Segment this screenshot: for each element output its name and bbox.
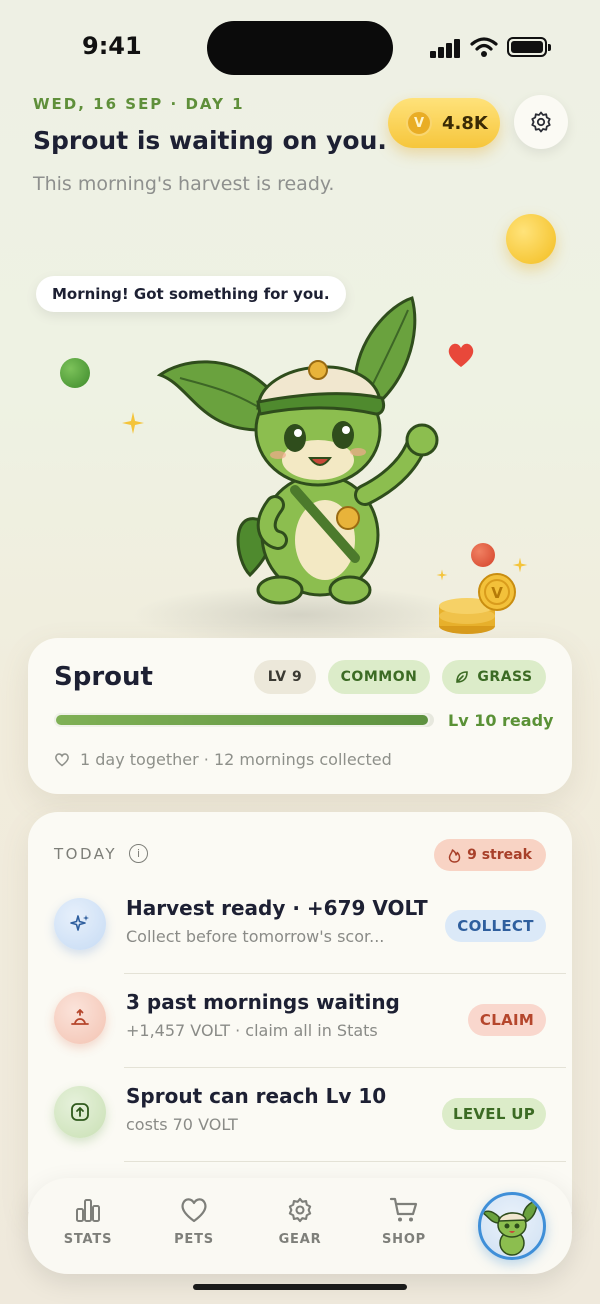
green-orb-decoration	[60, 358, 90, 388]
streak-label: 9 streak	[467, 847, 532, 863]
coin-balance-button[interactable]: V 4.8K	[388, 98, 500, 148]
sparkle-icon	[122, 412, 144, 434]
task-subtitle: costs 70 VOLT	[126, 1115, 238, 1134]
settings-button[interactable]	[514, 95, 568, 149]
today-label: TODAY	[54, 844, 118, 863]
tab-label: STATS	[63, 1232, 113, 1247]
flame-icon	[448, 848, 461, 863]
claim-button[interactable]: CLAIM	[468, 1004, 546, 1036]
volt-coin-icon: V	[406, 110, 432, 136]
sunrise-glyph-icon	[71, 1009, 89, 1025]
battery-icon	[507, 37, 551, 57]
sparkle-icon	[512, 557, 528, 573]
tab-label: SHOP	[381, 1232, 427, 1247]
avatar-pet-illustration	[481, 1200, 538, 1256]
xp-status-label: Lv 10 ready	[448, 711, 554, 730]
sunrise-icon	[54, 992, 106, 1044]
task-title: Harvest ready · +679 VOLT	[126, 896, 428, 920]
streak-badge[interactable]: 9 streak	[434, 839, 546, 871]
gear-icon	[288, 1197, 312, 1223]
task-subtitle: +1,457 VOLT · claim all in Stats	[126, 1021, 378, 1040]
signal-icon	[430, 38, 462, 58]
together-stats: 1 day together · 12 mornings collected	[54, 750, 392, 769]
status-time: 9:41	[82, 32, 142, 60]
cart-icon	[389, 1197, 418, 1222]
sprout-mascot-illustration[interactable]	[150, 290, 460, 610]
type-chip: GRASS	[442, 660, 546, 694]
gold-coin-decoration	[506, 214, 556, 264]
wifi-icon	[470, 37, 498, 57]
tab-pets[interactable]: PETS	[152, 1196, 236, 1247]
arrow-up-circle-icon	[54, 1086, 106, 1138]
dynamic-island	[207, 21, 393, 75]
today-section-header: TODAY i	[54, 844, 149, 863]
svg-text:V: V	[491, 584, 503, 602]
sparkles-glyph-icon	[70, 915, 89, 931]
xp-progress-fill	[54, 713, 431, 727]
tab-gear[interactable]: GEAR	[258, 1196, 342, 1247]
task-title: Sprout can reach Lv 10	[126, 1084, 387, 1108]
task-subtitle: Collect before tomorrow's scor...	[126, 927, 385, 946]
leaf-icon	[456, 671, 469, 683]
red-orb-decoration	[471, 543, 495, 567]
level-up-button[interactable]: LEVEL UP	[442, 1098, 546, 1130]
task-row-harvest[interactable]: Harvest ready · +679 VOLT Collect before…	[28, 880, 572, 974]
date-line: WED, 16 SEP · DAY 1	[33, 95, 245, 113]
home-indicator	[193, 1284, 407, 1290]
task-title: 3 past mornings waiting	[126, 990, 400, 1014]
type-chip-label: GRASS	[477, 669, 533, 685]
task-row-level-up[interactable]: Sprout can reach Lv 10 costs 70 VOLT LEV…	[28, 1068, 572, 1162]
pet-avatar-button[interactable]	[478, 1192, 546, 1260]
xp-progress-bar	[54, 713, 434, 727]
together-text: 1 day together · 12 mornings collected	[80, 750, 392, 769]
arrow-up-glyph-icon	[71, 1103, 89, 1121]
sparkles-icon	[54, 898, 106, 950]
level-chip: LV 9	[254, 660, 316, 694]
heart-outline-icon	[55, 753, 69, 767]
coin-stack-illustration: V	[439, 573, 516, 634]
bar-chart-icon	[76, 1199, 100, 1222]
tab-shop[interactable]: SHOP	[362, 1196, 446, 1247]
divider	[124, 1161, 566, 1162]
today-card: TODAY i 9 streak Harvest ready · +679 VO…	[28, 812, 572, 1212]
pet-card[interactable]: Sprout LV 9 COMMON GRASS Lv 10 ready 1 d…	[28, 638, 572, 794]
heart-icon	[181, 1198, 207, 1223]
settings-gear-icon	[531, 111, 551, 133]
collect-button[interactable]: COLLECT	[445, 910, 546, 942]
pet-name: Sprout	[54, 662, 153, 692]
task-row-past-mornings[interactable]: 3 past mornings waiting +1,457 VOLT · cl…	[28, 974, 572, 1068]
tab-stats[interactable]: STATS	[46, 1196, 130, 1247]
tab-label: PETS	[174, 1232, 214, 1247]
page-title: Sprout is waiting on you.	[33, 126, 387, 155]
page-subtitle: This morning's harvest is ready.	[33, 173, 335, 195]
rarity-chip: COMMON	[328, 660, 430, 694]
status-bar: 9:41	[0, 0, 600, 90]
tab-label: GEAR	[278, 1232, 322, 1247]
coin-balance-value: 4.8K	[442, 112, 488, 134]
info-icon[interactable]: i	[129, 844, 149, 863]
bottom-tab-bar: STATS PETS GEAR SHOP	[28, 1178, 572, 1274]
